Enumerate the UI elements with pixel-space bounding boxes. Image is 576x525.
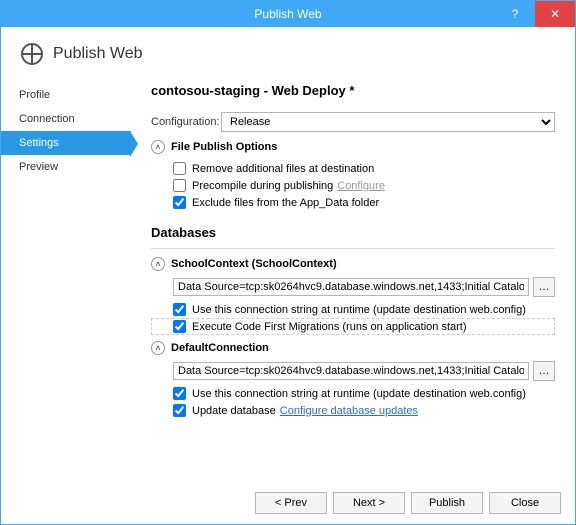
- wizard-sidebar: Profile Connection Settings Preview: [1, 83, 131, 482]
- close-button[interactable]: Close: [489, 492, 561, 514]
- precompile-label: Precompile during publishing: [192, 180, 333, 192]
- db-schoolcontext-migrations-checkbox[interactable]: [173, 320, 186, 333]
- dialog-body: Profile Connection Settings Preview cont…: [1, 83, 575, 482]
- remove-files-option: Remove additional files at destination: [151, 160, 555, 177]
- db-schoolcontext-connection-row: …: [173, 277, 555, 297]
- db-schoolcontext-migrations-option: Execute Code First Migrations (runs on a…: [151, 318, 555, 335]
- db-defaultconnection-name: DefaultConnection: [171, 342, 269, 354]
- main-panel: contosou-staging - Web Deploy * Configur…: [131, 83, 575, 482]
- sidebar-item-connection[interactable]: Connection: [1, 107, 131, 131]
- chevron-up-icon[interactable]: ˄: [151, 341, 165, 355]
- db-schoolcontext-browse-button[interactable]: …: [533, 277, 555, 297]
- close-window-button[interactable]: ✕: [535, 1, 575, 27]
- configuration-select[interactable]: Release: [221, 112, 555, 132]
- publish-button[interactable]: Publish: [411, 492, 483, 514]
- db-defaultconnection-connection-row: …: [173, 361, 555, 381]
- next-button[interactable]: Next >: [333, 492, 405, 514]
- db-schoolcontext-head: ˄ SchoolContext (SchoolContext): [151, 257, 555, 271]
- chevron-up-icon[interactable]: ˄: [151, 257, 165, 271]
- db-defaultconnection-configure-link[interactable]: Configure database updates: [280, 405, 418, 417]
- precompile-checkbox[interactable]: [173, 179, 186, 192]
- help-button[interactable]: ?: [495, 1, 535, 27]
- db-defaultconnection-update-label: Update database: [192, 405, 276, 417]
- databases-head: Databases: [151, 225, 555, 240]
- db-defaultconnection-runtime-checkbox[interactable]: [173, 387, 186, 400]
- db-schoolcontext-runtime-option: Use this connection string at runtime (u…: [151, 301, 555, 318]
- file-publish-options-label: File Publish Options: [171, 141, 277, 153]
- db-defaultconnection-update-option: Update database Configure database updat…: [151, 402, 555, 419]
- dialog-title: Publish Web: [53, 45, 143, 63]
- configuration-label: Configuration:: [151, 116, 221, 128]
- db-schoolcontext-connection-input[interactable]: [173, 278, 529, 296]
- remove-files-label: Remove additional files at destination: [192, 163, 374, 175]
- db-schoolcontext-runtime-checkbox[interactable]: [173, 303, 186, 316]
- dialog-footer: < Prev Next > Publish Close: [1, 482, 575, 524]
- precompile-option: Precompile during publishing Configure: [151, 177, 555, 194]
- chevron-up-icon[interactable]: ˄: [151, 140, 165, 154]
- db-schoolcontext-name: SchoolContext (SchoolContext): [171, 258, 337, 270]
- db-schoolcontext-runtime-label: Use this connection string at runtime (u…: [192, 304, 526, 316]
- publish-web-window: Publish Web ? ✕ Publish Web Profile Conn…: [0, 0, 576, 525]
- db-defaultconnection-browse-button[interactable]: …: [533, 361, 555, 381]
- db-defaultconnection-runtime-label: Use this connection string at runtime (u…: [192, 388, 526, 400]
- file-publish-options-head: ˄ File Publish Options: [151, 140, 555, 154]
- window-controls: ? ✕: [495, 1, 575, 27]
- db-schoolcontext-migrations-label: Execute Code First Migrations (runs on a…: [192, 321, 467, 333]
- remove-files-checkbox[interactable]: [173, 162, 186, 175]
- configuration-row: Configuration: Release: [151, 112, 555, 132]
- precompile-configure-link[interactable]: Configure: [337, 180, 385, 192]
- db-defaultconnection-head: ˄ DefaultConnection: [151, 341, 555, 355]
- prev-button[interactable]: < Prev: [255, 492, 327, 514]
- db-defaultconnection-connection-input[interactable]: [173, 362, 529, 380]
- sidebar-item-preview[interactable]: Preview: [1, 155, 131, 179]
- exclude-appdata-checkbox[interactable]: [173, 196, 186, 209]
- dialog-header: Publish Web: [1, 27, 575, 83]
- sidebar-item-profile[interactable]: Profile: [1, 83, 131, 107]
- sidebar-item-settings[interactable]: Settings: [1, 131, 131, 155]
- titlebar: Publish Web ? ✕: [1, 1, 575, 27]
- page-title: contosou-staging - Web Deploy *: [151, 83, 555, 98]
- exclude-appdata-label: Exclude files from the App_Data folder: [192, 197, 379, 209]
- publish-web-icon: [21, 43, 43, 65]
- window-title: Publish Web: [254, 7, 321, 21]
- exclude-appdata-option: Exclude files from the App_Data folder: [151, 194, 555, 211]
- db-defaultconnection-runtime-option: Use this connection string at runtime (u…: [151, 385, 555, 402]
- db-defaultconnection-update-checkbox[interactable]: [173, 404, 186, 417]
- divider: [151, 248, 555, 249]
